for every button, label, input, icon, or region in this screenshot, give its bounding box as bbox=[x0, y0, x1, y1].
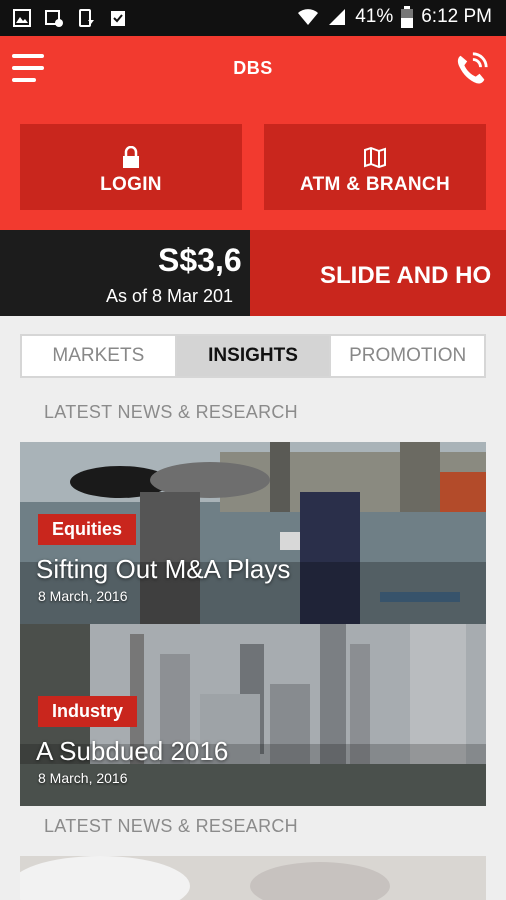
tab-bar: MARKETS INSIGHTS PROMOTION bbox=[20, 334, 486, 378]
atm-branch-button[interactable]: ATM & BRANCH bbox=[264, 124, 486, 210]
photo-sync-icon bbox=[45, 10, 63, 27]
slide-and-hold-label: SLIDE AND HO bbox=[320, 262, 492, 289]
slide-and-hold-panel[interactable]: SLIDE AND HO bbox=[250, 230, 506, 316]
battery-icon bbox=[401, 6, 414, 28]
atm-branch-label: ATM & BRANCH bbox=[300, 174, 450, 195]
news-title: A Subdued 2016 bbox=[36, 736, 229, 766]
wifi-icon bbox=[298, 9, 319, 25]
login-label: LOGIN bbox=[100, 174, 162, 195]
ticker-price: S$3,6 bbox=[158, 242, 242, 278]
news-date: 8 March, 2016 bbox=[38, 770, 128, 786]
ticker-price-panel: S$3,6 As of 8 Mar 201 bbox=[0, 230, 250, 316]
news-card[interactable]: Equities Sifting Out M&A Plays 8 March, … bbox=[20, 442, 486, 624]
ticker-date: As of 8 Mar 201 bbox=[106, 286, 234, 306]
stock-ticker[interactable]: S$3,6 As of 8 Mar 201 SLIDE AND HO bbox=[0, 230, 506, 316]
device-icon bbox=[79, 9, 94, 27]
news-image-partial bbox=[20, 856, 486, 900]
gallery-icon bbox=[13, 9, 31, 27]
tab-markets[interactable]: MARKETS bbox=[22, 336, 177, 376]
app-header: DBS LOGIN ATM & BRANCH bbox=[0, 36, 506, 230]
battery-percent: 41% bbox=[355, 6, 394, 27]
clipboard-check-icon bbox=[111, 11, 125, 26]
category-badge: Equities bbox=[38, 514, 137, 545]
lock-icon bbox=[123, 146, 139, 168]
main-content: MARKETS INSIGHTS PROMOTION LATEST NEWS &… bbox=[0, 316, 506, 900]
tab-insights[interactable]: INSIGHTS bbox=[176, 336, 332, 376]
clock: 6:12 PM bbox=[421, 6, 492, 27]
news-title: Sifting Out M&A Plays bbox=[36, 554, 291, 584]
status-bar: 41% 6:12 PM bbox=[0, 0, 506, 36]
category-badge: Industry bbox=[38, 696, 138, 727]
app-title: DBS bbox=[233, 58, 273, 78]
section-heading: LATEST NEWS & RESEARCH bbox=[44, 816, 298, 836]
phone-call-icon[interactable] bbox=[452, 50, 490, 88]
tab-promotion[interactable]: PROMOTION bbox=[331, 336, 484, 376]
map-icon bbox=[364, 146, 386, 168]
section-heading: LATEST NEWS & RESEARCH bbox=[44, 402, 298, 422]
signal-icon bbox=[329, 9, 346, 25]
news-card[interactable] bbox=[20, 856, 486, 900]
news-date: 8 March, 2016 bbox=[38, 588, 128, 604]
login-button[interactable]: LOGIN bbox=[20, 124, 242, 210]
news-card[interactable]: Industry A Subdued 2016 8 March, 2016 bbox=[20, 624, 486, 806]
